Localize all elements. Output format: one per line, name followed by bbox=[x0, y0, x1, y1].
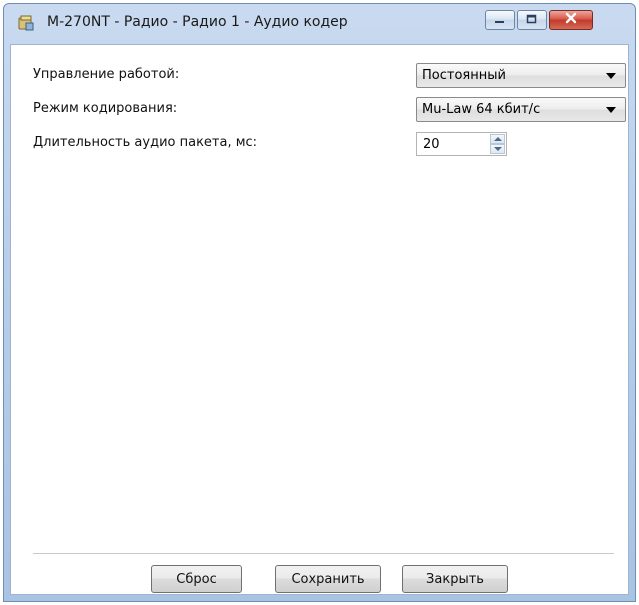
packet-duration-value[interactable]: 20 bbox=[423, 137, 440, 152]
maximize-button[interactable] bbox=[517, 10, 547, 30]
chevron-down-icon bbox=[606, 107, 616, 113]
packet-duration-stepper[interactable]: 20 bbox=[416, 132, 507, 156]
maximize-icon bbox=[526, 13, 538, 28]
stepper-up-icon[interactable] bbox=[490, 134, 505, 144]
close-button[interactable]: Закрыть bbox=[402, 565, 508, 593]
close-window-button[interactable] bbox=[549, 10, 593, 30]
stepper-down-icon[interactable] bbox=[490, 144, 505, 154]
encoding-mode-select[interactable]: Mu-Law 64 кбит/с bbox=[416, 97, 626, 122]
encoding-mode-label: Режим кодирования: bbox=[33, 101, 178, 116]
control-mode-label: Управление работой: bbox=[33, 67, 180, 82]
chevron-down-icon bbox=[606, 73, 616, 79]
app-window-icon bbox=[17, 14, 35, 32]
dialog-window: M-270NT - Радио - Радио 1 - Аудио кодер … bbox=[3, 3, 636, 602]
packet-duration-label: Длительность аудио пакета, мс: bbox=[33, 135, 258, 150]
reset-button[interactable]: Сброс bbox=[151, 565, 242, 593]
control-mode-value: Постоянный bbox=[422, 68, 506, 83]
close-icon bbox=[564, 12, 578, 28]
minimize-icon bbox=[494, 13, 506, 28]
dialog-content: Управление работой: Постоянный Режим код… bbox=[10, 44, 629, 595]
save-button[interactable]: Сохранить bbox=[275, 565, 381, 593]
encoding-mode-value: Mu-Law 64 кбит/с bbox=[422, 102, 541, 117]
control-mode-select[interactable]: Постоянный bbox=[416, 63, 626, 88]
minimize-button[interactable] bbox=[485, 10, 515, 30]
title-bar[interactable]: M-270NT - Радио - Радио 1 - Аудио кодер bbox=[4, 4, 635, 44]
divider bbox=[33, 553, 614, 555]
window-title: M-270NT - Радио - Радио 1 - Аудио кодер bbox=[47, 14, 348, 30]
stepper-buttons bbox=[490, 134, 505, 154]
